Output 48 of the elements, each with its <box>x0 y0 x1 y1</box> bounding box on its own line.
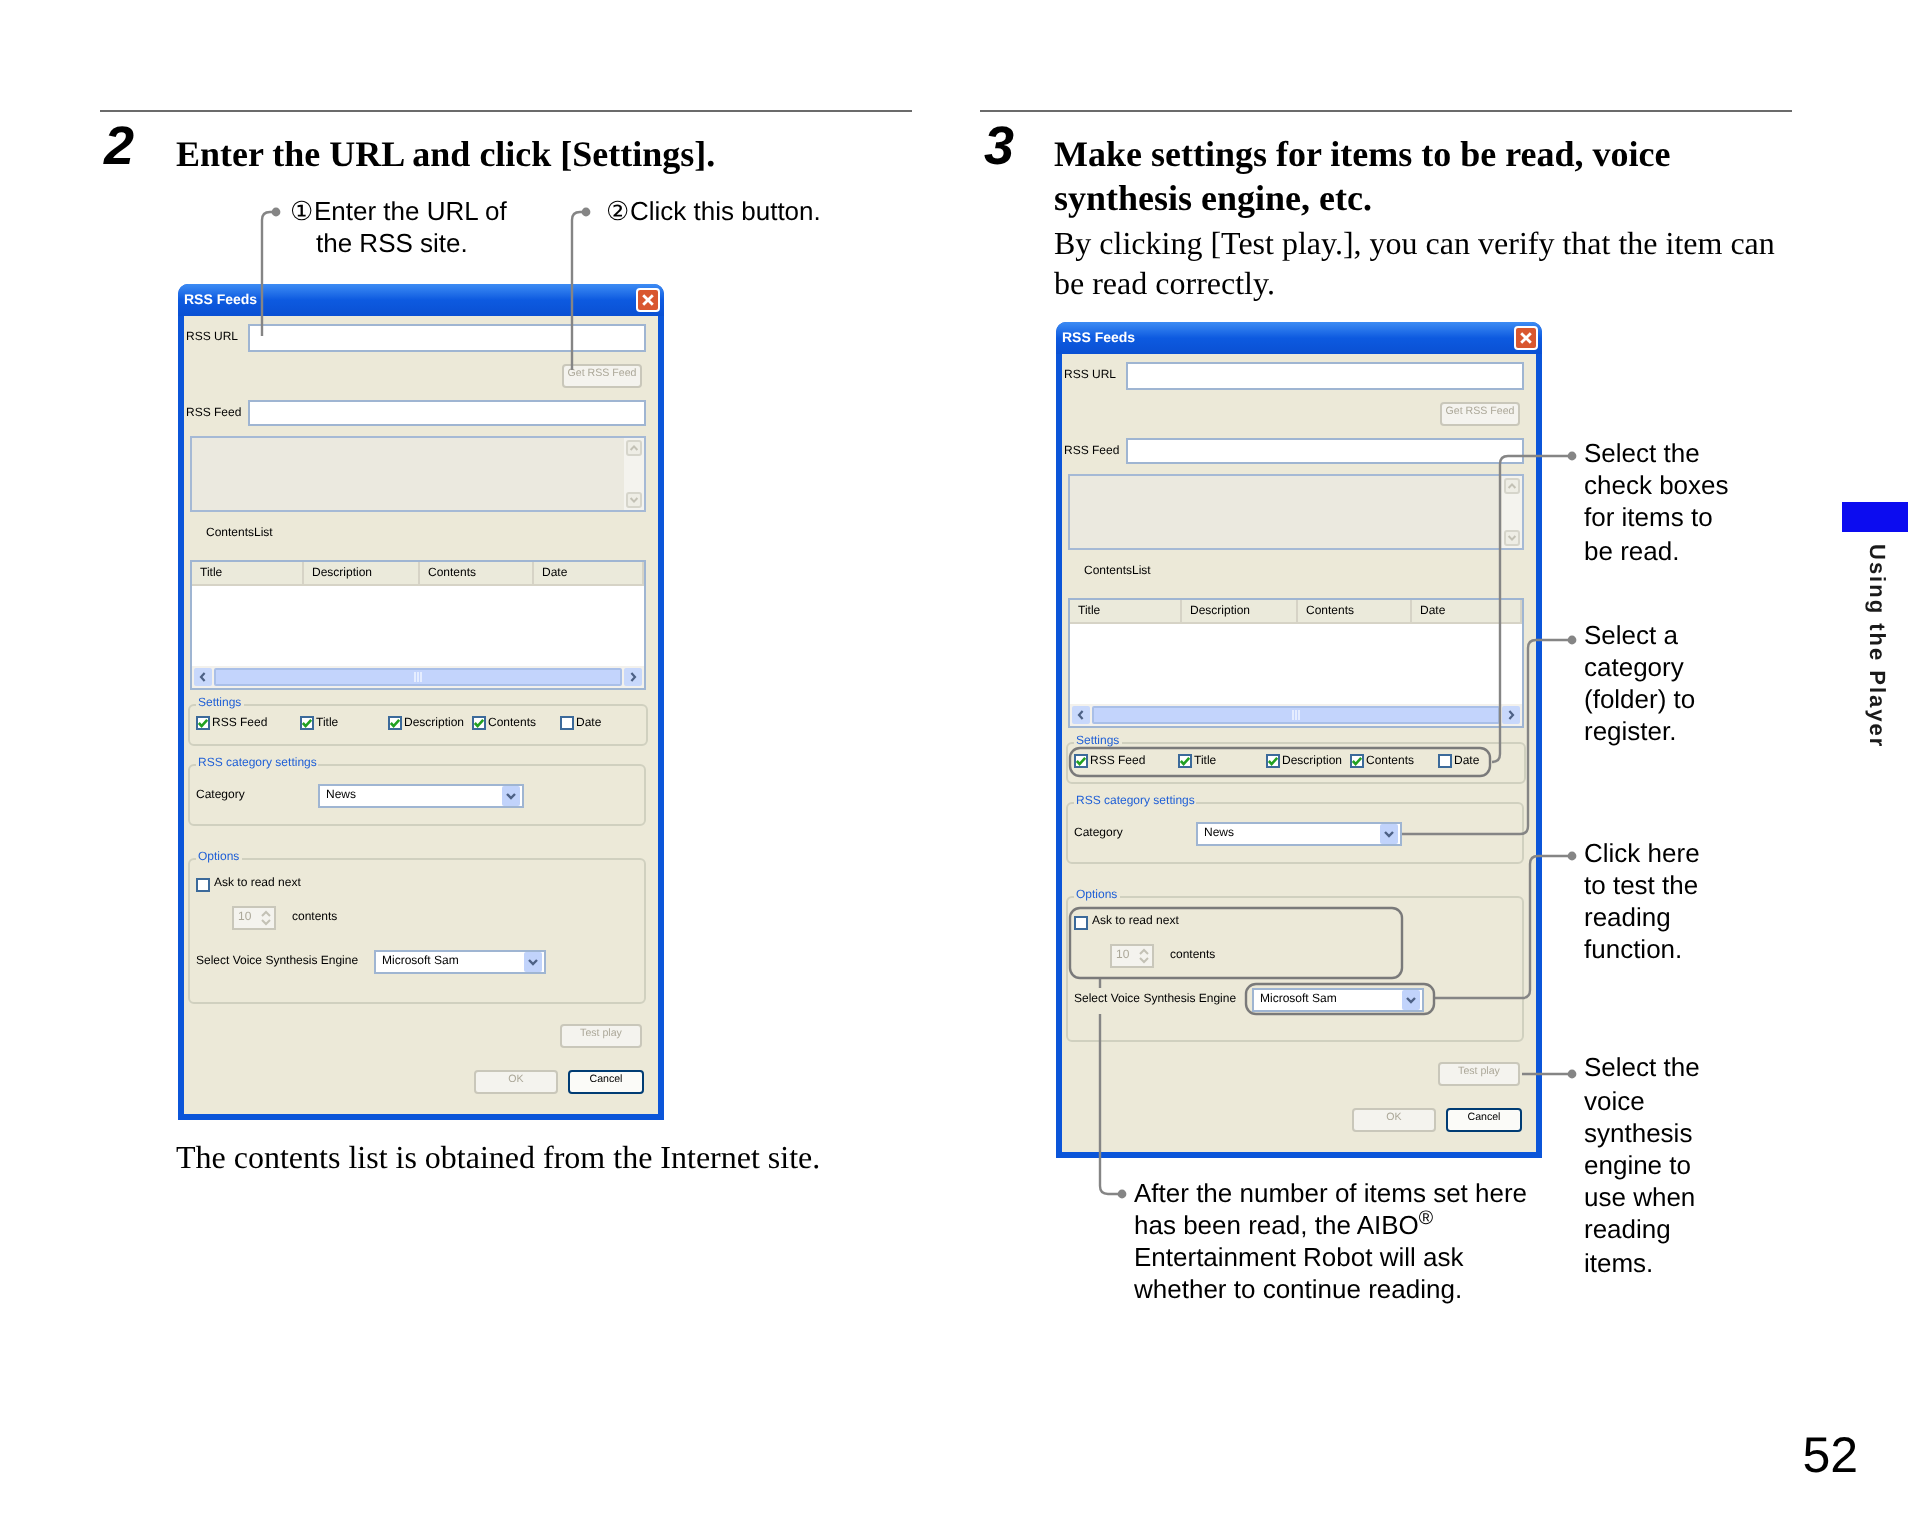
scroll-right-icon[interactable] <box>624 668 642 686</box>
callout-text: Select a category (folder) to register. <box>1584 619 1698 750</box>
checkbox[interactable] <box>1074 915 1088 929</box>
horizontal-scrollbar[interactable] <box>1070 704 1522 726</box>
section-marker <box>1842 502 1908 532</box>
checkbox[interactable] <box>196 716 210 730</box>
checkbox[interactable] <box>388 716 402 730</box>
callout-text: ②Click this button. <box>606 196 821 230</box>
scroll-left-icon[interactable] <box>194 668 212 686</box>
section-label: Using the Player <box>1864 544 1886 749</box>
leader-line <box>1522 1069 1577 1079</box>
checkbox[interactable] <box>300 716 314 730</box>
callout-text: Click here to test the reading function. <box>1584 837 1702 967</box>
page-number: 52 <box>1802 1432 1858 1482</box>
step-heading: Make settings for items to be read, voice synthesis engine, etc. <box>1054 132 1673 220</box>
close-button[interactable] <box>636 288 660 312</box>
checkbox[interactable] <box>1178 754 1192 768</box>
text-field[interactable] <box>1126 362 1524 390</box>
step-number: 3 <box>984 120 1017 174</box>
text-field[interactable] <box>1126 438 1524 464</box>
step-number: 2 <box>104 120 137 174</box>
checkbox[interactable] <box>560 716 574 730</box>
checkbox[interactable] <box>1350 754 1364 768</box>
step-heading: Enter the URL and click [Settings]. <box>176 132 716 176</box>
leader-line <box>260 207 281 336</box>
callout-text: ①Enter the URL of the RSS site. <box>290 196 509 260</box>
close-icon <box>642 294 654 306</box>
close-icon <box>1520 332 1532 344</box>
callout-text: Select the voice synthesis engine to use when reading items. <box>1584 1052 1702 1280</box>
checkbox[interactable] <box>472 716 486 730</box>
text-field[interactable] <box>248 324 646 352</box>
scroll-right-icon[interactable] <box>1502 706 1520 724</box>
callout-text: After the number of items set here has been read, the AIBO$^{®}$ Entertainment Robot will ask whether to continue reading. <box>1134 1178 1530 1306</box>
grip-icon <box>414 672 422 682</box>
scrollbar-thumb[interactable] <box>214 668 622 686</box>
close-button[interactable] <box>1514 326 1538 350</box>
scrollbar-thumb[interactable] <box>1092 706 1500 724</box>
figure-caption: The contents list is obtained from the Internet site. <box>176 1140 823 1180</box>
horizontal-scrollbar[interactable] <box>192 666 644 688</box>
text-field[interactable] <box>248 400 646 426</box>
step-description: By clicking [Test play.], you can verify that the item can be read correctly. <box>1054 226 1777 306</box>
checkbox[interactable] <box>1074 754 1088 768</box>
checkbox[interactable] <box>1266 754 1280 768</box>
callout-text: Select the check boxes for items to be read. <box>1584 438 1731 568</box>
checkbox[interactable] <box>196 877 210 891</box>
scroll-left-icon[interactable] <box>1072 706 1090 724</box>
checkbox[interactable] <box>1438 754 1452 768</box>
grip-icon <box>1292 710 1300 720</box>
